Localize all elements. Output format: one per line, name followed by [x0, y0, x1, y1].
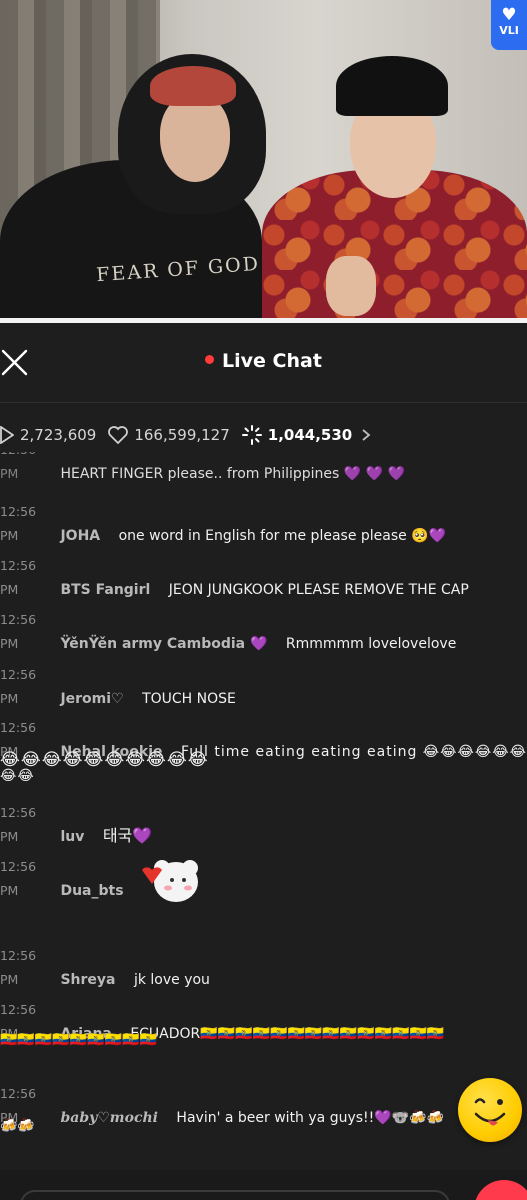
emoji-reaction-button[interactable] — [458, 1078, 522, 1142]
viewers-stat[interactable]: 1,044,530 — [241, 425, 378, 445]
emoji-reaction-icon — [474, 1098, 506, 1126]
person-left-face — [160, 94, 230, 182]
live-video-player[interactable]: FEAR OF GOD BASEBALL ♥ VLI — [0, 0, 527, 318]
vlive-logo: ♥ VLI — [491, 0, 527, 50]
message-text: Rmmmmm lovelovelove — [285, 636, 457, 652]
chevron-right-icon — [362, 429, 371, 441]
chat-title: Live Chat — [0, 350, 527, 372]
message-username[interactable]: Dua_bts — [60, 883, 123, 899]
chat-message[interactable]: 12:56 PM Shreya jk love you — [0, 944, 527, 992]
message-text: JEON JUNGKOOK PLEASE REMOVE THE CAP — [168, 582, 469, 598]
message-time: 12:56 PM — [0, 504, 37, 543]
message-time: 12:56 PM — [0, 948, 37, 987]
hearts-stat: 166,599,127 — [108, 426, 230, 444]
chat-message[interactable]: 12:56 PM BTS Fangirl JEON JUNGKOOK PLEAS… — [0, 554, 527, 602]
person-right-hand — [326, 256, 376, 316]
chat-message[interactable]: 12:56 PM luv 태국💜 — [0, 801, 527, 849]
message-time: 12:56 PM — [0, 805, 37, 844]
plays-count: 2,723,609 — [20, 426, 97, 444]
person-right-cap — [336, 56, 448, 116]
message-text: jk love you — [133, 972, 210, 988]
person-left-hair — [150, 66, 236, 106]
message-text-continued: 😂😂😂😂😂😂😂😂😂😂 — [0, 750, 209, 770]
rj-sticker-icon — [142, 860, 198, 902]
message-text: one word in English for me please please… — [118, 528, 447, 544]
message-username[interactable]: Jeromi♡ — [60, 691, 123, 707]
heart-icon — [108, 426, 129, 444]
live-indicator-icon — [205, 355, 215, 364]
hearts-count: 166,599,127 — [134, 426, 230, 444]
viewers-count: 1,044,530 — [267, 426, 353, 444]
message-text: TOUCH NOSE — [142, 691, 236, 707]
message-time: 12:56 PM — [0, 667, 37, 706]
chat-message[interactable]: 12:56 PM ŸěnŸěn army Cambodia 💜 Rmmmmm l… — [0, 608, 527, 656]
message-username[interactable]: luv — [60, 829, 84, 845]
message-text-continued: 🍻🍻 — [0, 1118, 35, 1134]
vlive-v-icon: ♥ — [501, 5, 517, 25]
chat-title-text: Live Chat — [222, 350, 322, 372]
message-username[interactable]: Shreya — [60, 972, 115, 988]
message-time: 12:56 PM — [0, 558, 37, 597]
message-username[interactable]: JOHA — [60, 528, 100, 544]
chat-message[interactable]: 12:56 PM Jeromi♡ TOUCH NOSE — [0, 663, 527, 711]
message-username[interactable]: BTS Fangirl — [60, 582, 150, 598]
play-icon — [0, 426, 14, 444]
message-time: 12:56 PM — [0, 612, 37, 651]
message-time: 12:56 PM — [0, 859, 37, 898]
stats-bar[interactable]: 2,723,609 166,599,127 1,044,530 — [0, 418, 527, 452]
vlive-badge-label: VLI — [499, 24, 519, 37]
chat-message[interactable]: 12:56 PM Dua_bts — [0, 855, 527, 903]
chat-list[interactable]: 12:56 PM HEART FINGER please.. from Phil… — [0, 452, 527, 1152]
viewers-icon — [241, 425, 262, 445]
message-username[interactable]: ŸěnŸěn army Cambodia 💜 — [60, 636, 267, 652]
plays-stat: 2,723,609 — [0, 426, 96, 444]
message-text: 태국💜 — [102, 826, 153, 845]
message-text-continued: 🇪🇨🇪🇨🇪🇨🇪🇨🇪🇨🇪🇨🇪🇨🇪🇨🇪🇨 — [0, 1032, 157, 1048]
chat-message-partial: 12:56 PM HEART FINGER please.. from Phil… — [0, 452, 405, 482]
chat-message[interactable]: 12:56 PM JOHA one word in English for me… — [0, 500, 527, 548]
chat-input[interactable] — [20, 1190, 450, 1200]
